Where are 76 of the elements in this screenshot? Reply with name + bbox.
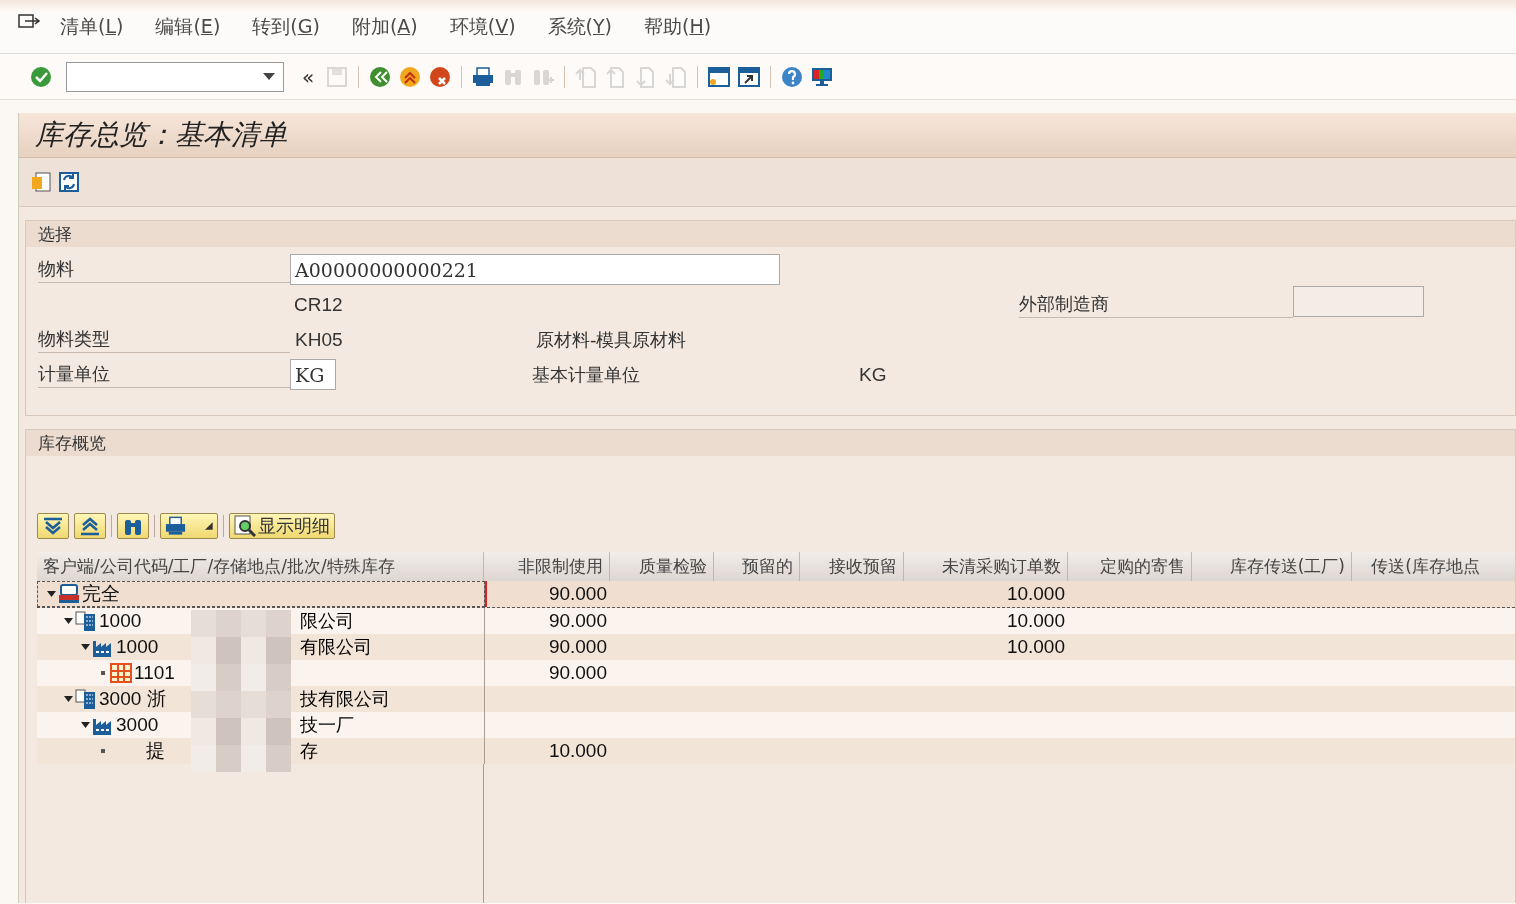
check-icon[interactable] bbox=[30, 65, 52, 88]
cancel-icon[interactable] bbox=[429, 65, 452, 88]
field-label: 物料类型 bbox=[38, 327, 110, 351]
manufacturer-field[interactable] bbox=[1292, 286, 1424, 317]
help-icon[interactable] bbox=[781, 65, 804, 88]
expand-triangle-icon[interactable] bbox=[64, 618, 73, 624]
caret-icon bbox=[205, 522, 213, 530]
table-cell: 90.000 bbox=[548, 662, 607, 684]
bullet-icon bbox=[101, 671, 105, 675]
tree-node-label: 3000 浙 bbox=[99, 687, 166, 711]
tree-node-label: 3000 bbox=[116, 714, 159, 736]
magnifier-icon bbox=[234, 515, 256, 537]
office-building-icon bbox=[75, 610, 97, 632]
tree-node-label: 完全 bbox=[82, 582, 120, 606]
tree-node-label: 存 bbox=[300, 739, 319, 763]
command-field[interactable] bbox=[66, 61, 284, 92]
down-chevrons-icon bbox=[42, 516, 64, 536]
shortcut-icon[interactable] bbox=[738, 65, 761, 88]
expand-all-button[interactable] bbox=[37, 513, 69, 539]
find-button[interactable] bbox=[117, 513, 149, 539]
table-cell: 10.000 bbox=[1006, 636, 1065, 658]
material-type-description: 原材料-模具原材料 bbox=[536, 327, 687, 352]
expand-triangle-icon[interactable] bbox=[47, 591, 56, 597]
server-icon bbox=[58, 583, 80, 605]
screen-title: 库存总览：基本清单 bbox=[35, 117, 287, 153]
table-cell: 10.000 bbox=[1006, 610, 1065, 632]
menu-item[interactable]: 附加(A) bbox=[351, 13, 418, 40]
refresh-icon[interactable] bbox=[57, 170, 81, 194]
field-label: 物料 bbox=[38, 257, 74, 281]
back-icon[interactable] bbox=[369, 65, 392, 88]
table-cell: 90.000 bbox=[548, 610, 607, 632]
office-building-icon bbox=[75, 688, 97, 710]
tree-node-label: 提 bbox=[146, 739, 165, 763]
expand-triangle-icon[interactable] bbox=[81, 722, 90, 728]
field-label: 外部制造商 bbox=[1018, 292, 1109, 316]
tree-node-label: 限公司 bbox=[300, 609, 355, 633]
field-label: 计量单位 bbox=[38, 362, 110, 386]
tree-node-label: 技有限公司 bbox=[300, 687, 391, 711]
printer-icon bbox=[165, 515, 187, 537]
tree-node-label: 有限公司 bbox=[300, 635, 373, 659]
print-button[interactable] bbox=[160, 513, 218, 539]
collapse-button[interactable]: « bbox=[298, 64, 319, 89]
menu-item[interactable]: 转到(G) bbox=[252, 13, 320, 40]
collapse-all-button[interactable] bbox=[74, 513, 106, 539]
tree-node-label: 1101 bbox=[134, 662, 175, 684]
column-header[interactable]: 传送(库存地点 bbox=[1352, 552, 1480, 581]
field-label: 基本计量单位 bbox=[532, 362, 641, 387]
menu-item[interactable]: 系统(Y) bbox=[547, 13, 612, 40]
menu-item[interactable]: 环境(V) bbox=[449, 13, 516, 40]
table-cell: 90.000 bbox=[548, 583, 607, 605]
group-title: 选择 bbox=[38, 222, 72, 246]
dropdown-arrow-icon bbox=[263, 72, 275, 81]
table-cell: 10.000 bbox=[1006, 583, 1065, 605]
new-window-icon[interactable] bbox=[708, 65, 731, 88]
menu-item[interactable]: 帮助(H) bbox=[644, 13, 712, 40]
base-unit: KG bbox=[859, 363, 887, 386]
menu-item[interactable]: 清单(L) bbox=[60, 13, 124, 40]
plant-code: CR12 bbox=[294, 293, 343, 316]
unit-field[interactable]: KG bbox=[290, 359, 336, 390]
tree-node-label: 1000 bbox=[116, 636, 159, 658]
menu-item[interactable]: 编辑(E) bbox=[155, 13, 221, 40]
printer-icon[interactable] bbox=[472, 65, 495, 88]
table-cell: 10.000 bbox=[548, 740, 607, 762]
bullet-icon bbox=[101, 749, 105, 753]
expand-triangle-icon[interactable] bbox=[64, 696, 73, 702]
material-type: KH05 bbox=[295, 328, 344, 351]
details-button[interactable]: 显示明细 bbox=[229, 513, 335, 539]
monitor-icon[interactable] bbox=[811, 65, 834, 88]
shelf-icon bbox=[110, 662, 132, 684]
group-title: 库存概览 bbox=[38, 431, 106, 455]
expand-triangle-icon[interactable] bbox=[81, 644, 90, 650]
tree-node-label: 1000 bbox=[99, 610, 142, 632]
up-chevrons-icon bbox=[79, 516, 101, 536]
material-field[interactable]: A00000000000221 bbox=[290, 254, 780, 285]
table-cell: 90.000 bbox=[548, 636, 607, 658]
tree-node-label: 技一厂 bbox=[300, 713, 355, 737]
